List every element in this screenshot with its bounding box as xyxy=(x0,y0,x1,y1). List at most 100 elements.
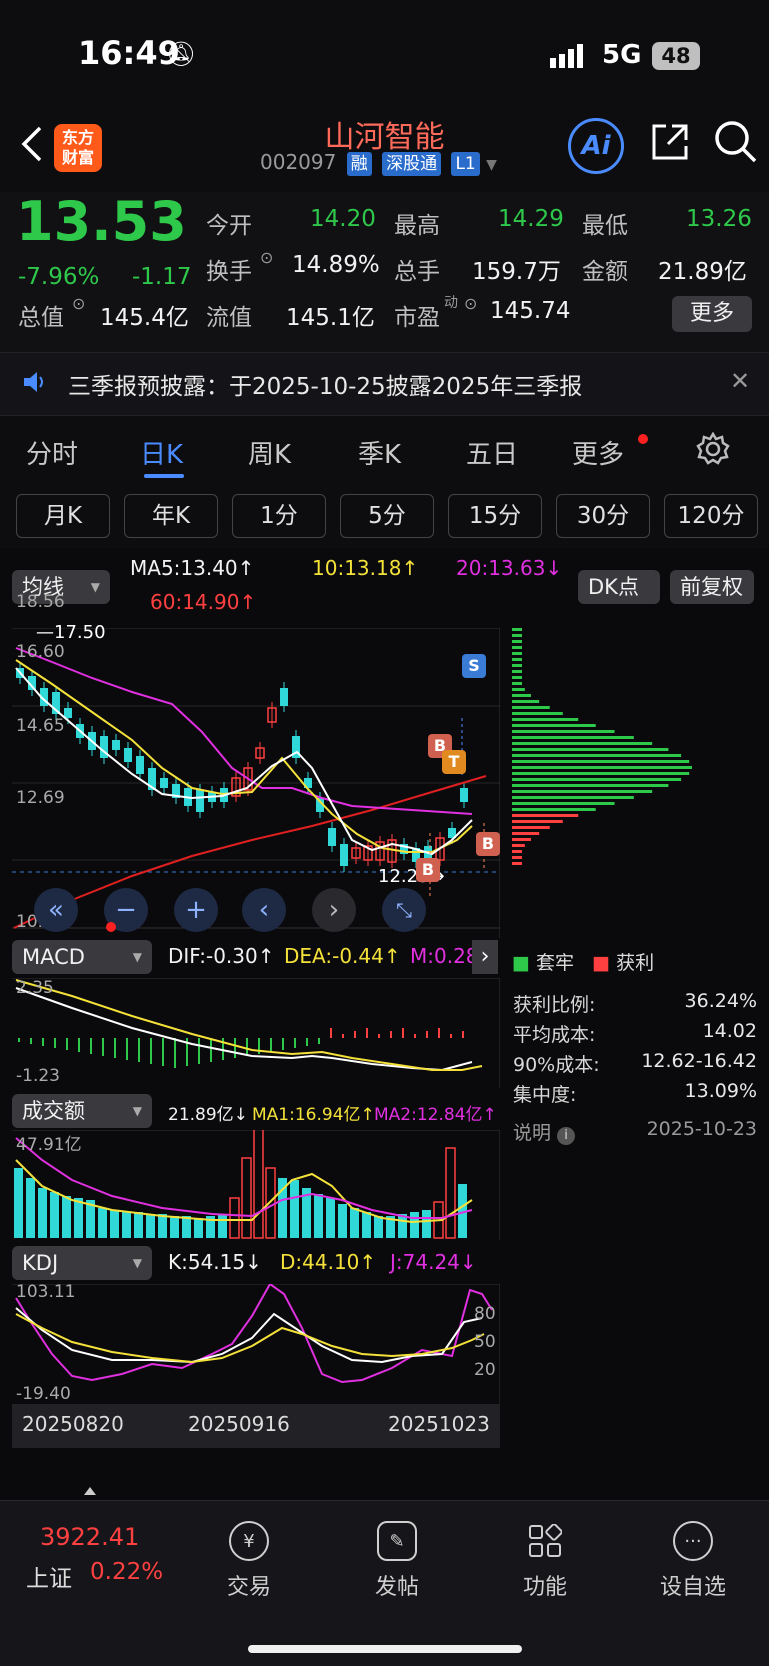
macd-bar xyxy=(246,1038,248,1056)
index-value: 3922.41 xyxy=(40,1523,140,1551)
nav-add-watchlist[interactable]: ··· 设自选 xyxy=(638,1521,748,1601)
share-icon[interactable] xyxy=(648,120,692,168)
search-icon[interactable] xyxy=(712,118,758,168)
kdj-j: J:74.24↓ xyxy=(390,1250,477,1274)
turnover-value: 14.89% xyxy=(292,252,380,278)
ma20-value: 20:13.63↓ xyxy=(456,556,563,580)
candle-series xyxy=(16,662,468,872)
macd-bar xyxy=(306,1038,308,1046)
status-time: 16:49 xyxy=(78,34,180,72)
nav-functions[interactable]: 功能 xyxy=(490,1521,600,1601)
chevron-up-icon[interactable] xyxy=(84,1487,96,1495)
interval-month[interactable]: 月K xyxy=(16,494,110,538)
chip-date: 2025-10-23 xyxy=(646,1118,757,1140)
close-icon[interactable]: ✕ xyxy=(730,367,750,395)
macd-bar xyxy=(438,1028,440,1038)
tab-intraday[interactable]: 分时 xyxy=(26,434,78,471)
volume-bar xyxy=(314,1194,323,1238)
macd-bar xyxy=(90,1038,92,1054)
info-dots-icon[interactable]: ⊙ xyxy=(72,294,85,313)
more-button[interactable]: 更多 xyxy=(672,296,752,332)
dk-sell-badge[interactable]: S xyxy=(462,654,486,678)
dk-point-button[interactable]: DK点 xyxy=(578,570,660,604)
interval-5min[interactable]: 5分 xyxy=(340,494,434,538)
volume-chart[interactable] xyxy=(12,1130,500,1240)
chip-bar xyxy=(512,658,522,661)
macd-bar xyxy=(378,1034,380,1038)
notice-bar[interactable]: 三季报预披露：于2025-10-25披露2025年三季报 ✕ xyxy=(0,352,769,416)
volume-bar xyxy=(422,1210,431,1238)
tab-more[interactable]: 更多 xyxy=(572,434,624,471)
chip-bar xyxy=(512,796,634,799)
kdj-k: K:54.15↓ xyxy=(168,1250,262,1274)
kdj-level-20: 20 xyxy=(474,1360,496,1380)
tab-quarterly-k[interactable]: 季K xyxy=(358,434,401,471)
chip-bar xyxy=(512,718,579,721)
macd-bar xyxy=(318,1038,320,1044)
expand-icon[interactable]: ⤡ xyxy=(382,888,426,932)
volume-selector[interactable]: 成交额 ▼ xyxy=(12,1094,152,1128)
last-price: 13.53 xyxy=(16,190,187,253)
tab-five-day[interactable]: 五日 xyxy=(466,434,518,471)
chip-bar xyxy=(512,820,563,823)
ai-button[interactable]: Ai xyxy=(568,118,624,174)
nav-trade[interactable]: ¥ 交易 xyxy=(194,1521,304,1601)
volume-ma1-line xyxy=(15,1159,473,1224)
chip-bar xyxy=(512,676,522,679)
kdj-chart[interactable] xyxy=(12,1284,500,1404)
chip-explain[interactable]: 说明 i xyxy=(513,1118,576,1145)
adjust-button[interactable]: 前复权 xyxy=(670,570,754,604)
chip-bar xyxy=(512,628,522,631)
volume-bar xyxy=(326,1198,335,1238)
macd-bar xyxy=(450,1034,452,1038)
interval-120min[interactable]: 120分 xyxy=(664,494,758,538)
active-tab-indicator xyxy=(144,474,184,478)
dk-t-badge[interactable]: T xyxy=(442,750,466,774)
chip-value: 36.24% xyxy=(684,990,757,1012)
volume-bar xyxy=(38,1188,47,1238)
dea-line xyxy=(15,979,483,1071)
chevron-right-icon[interactable]: › xyxy=(312,888,356,932)
chevron-right-icon[interactable]: › xyxy=(472,940,498,974)
macd-bar xyxy=(390,1031,392,1038)
volume-selector-label: 成交额 xyxy=(22,1099,85,1123)
info-dots-icon[interactable]: ⊙ xyxy=(464,294,477,313)
chip-bar xyxy=(512,814,579,817)
nav-post[interactable]: ✎ 发帖 xyxy=(342,1521,452,1601)
chip-bar xyxy=(512,706,550,709)
rewind-icon[interactable]: « xyxy=(34,888,78,932)
macd-selector[interactable]: MACD ▼ xyxy=(12,940,152,974)
chip-value: 14.02 xyxy=(702,1020,757,1042)
interval-15min[interactable]: 15分 xyxy=(448,494,542,538)
chip-bar xyxy=(512,646,522,649)
dk-buy-badge[interactable]: B xyxy=(416,858,440,882)
chevron-left-icon[interactable]: ‹ xyxy=(242,888,286,932)
macd-bar xyxy=(414,1034,416,1038)
gear-icon[interactable] xyxy=(696,431,730,470)
notification-dot xyxy=(638,434,648,444)
zoom-in-icon[interactable]: + xyxy=(174,888,218,932)
quote-panel: 13.53 -7.96% -1.17 今开 14.20 最高 14.29 最低 … xyxy=(0,190,769,352)
chip-bar xyxy=(512,772,690,775)
interval-year[interactable]: 年K xyxy=(124,494,218,538)
nav-label: 功能 xyxy=(522,1575,567,1600)
kdj-selector[interactable]: KDJ ▼ xyxy=(12,1246,152,1280)
macd-dif: DIF:-0.30↑ xyxy=(168,944,275,968)
kdj-selector-label: KDJ xyxy=(22,1251,59,1275)
stock-code-row[interactable]: 002097 融 深股通 L1 ▼ xyxy=(260,150,497,176)
macd-chart[interactable] xyxy=(12,978,500,1088)
kdj-j-line xyxy=(15,1284,493,1384)
change-pct: -7.96% xyxy=(18,264,100,290)
dk-buy-badge[interactable]: B xyxy=(476,832,500,856)
volume-bar xyxy=(26,1178,35,1238)
interval-30min[interactable]: 30分 xyxy=(556,494,650,538)
interval-1min[interactable]: 1分 xyxy=(232,494,326,538)
chip-bar xyxy=(512,694,531,697)
tab-daily-k[interactable]: 日K xyxy=(140,434,183,471)
tag-margin: 融 xyxy=(346,152,372,176)
macd-bar xyxy=(54,1038,56,1048)
info-dots-icon[interactable]: ⊙ xyxy=(260,248,273,267)
volume-label: 总手 xyxy=(394,259,440,285)
tab-weekly-k[interactable]: 周K xyxy=(248,434,291,471)
volume-bar xyxy=(146,1214,155,1238)
